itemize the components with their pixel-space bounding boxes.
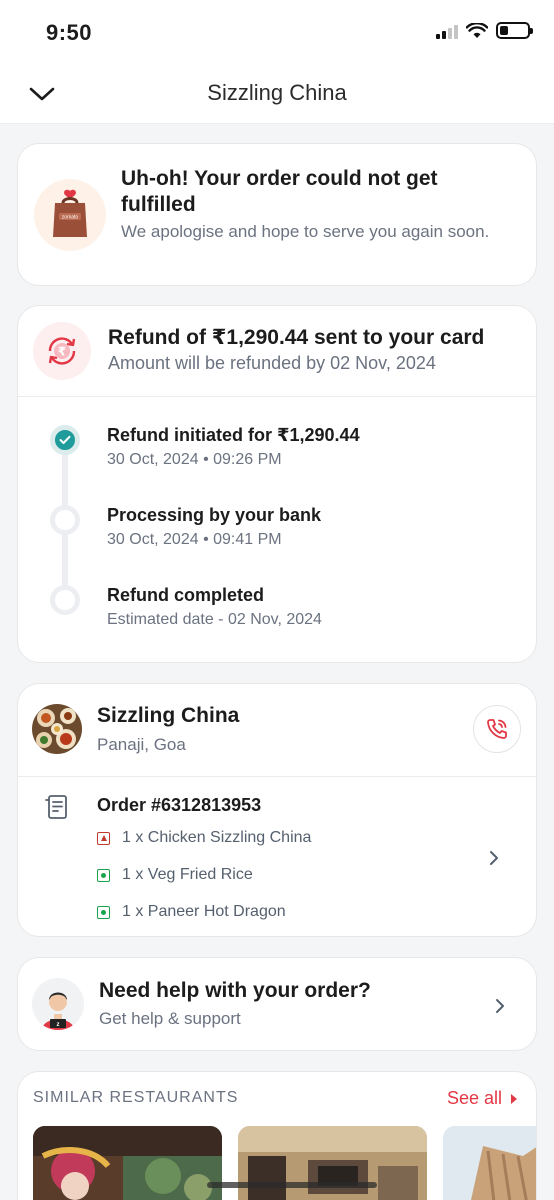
timeline-step-done-icon [50, 425, 80, 455]
app-header: Sizzling China [0, 64, 554, 124]
restaurant-location: Panaji, Goa [97, 735, 186, 754]
phone-call-icon [487, 719, 507, 739]
help-title: Need help with your order? [99, 979, 371, 1002]
see-all-link[interactable]: See all [447, 1088, 518, 1109]
refund-subtitle: Amount will be refunded by 02 Nov, 2024 [108, 353, 436, 373]
status-icons [436, 22, 533, 39]
chevron-right-icon [490, 851, 498, 865]
order-item-label: 1 x Chicken Sizzling China [122, 829, 312, 846]
restaurant-avatar [32, 704, 82, 754]
home-indicator [207, 1182, 377, 1188]
page-title: Sizzling China [207, 80, 347, 105]
status-bar: 9:50 [0, 0, 554, 64]
bill-icon [45, 795, 67, 819]
status-time: 9:50 [46, 20, 93, 45]
svg-text:₹: ₹ [58, 345, 66, 359]
svg-text:z: z [57, 1022, 60, 1028]
divider [18, 396, 536, 397]
timeline-step-title: Refund completed [107, 585, 265, 605]
order-item: 1 x Veg Fried Rice [97, 866, 253, 884]
rupee-refund-icon: ₹ [33, 322, 91, 380]
restaurant-order-card[interactable]: Sizzling China Panaji, Goa Order #631281… [17, 683, 537, 937]
order-item-label: 1 x Paneer Hot Dragon [122, 903, 286, 920]
timeline-step-pending-icon [50, 585, 80, 615]
order-status-card: zomato Uh-oh! Your order could not get f… [17, 143, 537, 286]
restaurant-thumbnail[interactable] [443, 1126, 536, 1200]
support-agent-icon: z [32, 978, 84, 1030]
restaurant-name: Sizzling China [97, 704, 240, 727]
caret-right-icon [511, 1093, 517, 1104]
see-all-label: See all [446, 1088, 502, 1108]
wifi-icon [466, 22, 488, 38]
veg-icon [97, 905, 110, 919]
refund-title: Refund of ₹1,290.44 sent to your card [108, 326, 485, 349]
call-restaurant-button[interactable] [473, 705, 521, 753]
timeline-step-pending-icon [50, 505, 80, 535]
help-card[interactable]: z Need help with your order? Get help & … [17, 957, 537, 1051]
timeline-step-title: Refund initiated for ₹1,290.44 [107, 425, 360, 445]
order-status-subtitle: We apologise and hope to serve you again… [121, 222, 490, 241]
timeline-step-subtitle: Estimated date - 02 Nov, 2024 [107, 611, 322, 628]
restaurant-thumbnail[interactable] [238, 1126, 427, 1200]
battery-icon [496, 22, 533, 39]
order-item-label: 1 x Veg Fried Rice [122, 866, 253, 883]
order-item: 1 x Paneer Hot Dragon [97, 903, 286, 921]
brand-mark: zomato [62, 215, 79, 221]
order-status-title: Uh-oh! Your order could not get fulfille… [121, 167, 438, 216]
refund-card: ₹ Refund of ₹1,290.44 sent to your card … [17, 305, 537, 663]
restaurant-thumbnail[interactable] [33, 1126, 222, 1200]
delivery-bag-icon: zomato [34, 179, 106, 251]
order-item: 1 x Chicken Sizzling China [97, 829, 311, 847]
cellular-signal-icon [436, 23, 458, 39]
timeline-step-subtitle: 30 Oct, 2024 • 09:41 PM [107, 531, 282, 548]
divider [18, 776, 536, 777]
timeline-step-subtitle: 30 Oct, 2024 • 09:26 PM [107, 451, 282, 468]
help-subtitle: Get help & support [99, 1009, 241, 1028]
veg-icon [97, 868, 110, 882]
section-heading: SIMILAR RESTAURANTS [33, 1089, 239, 1106]
similar-restaurants-card: SIMILAR RESTAURANTS See all [17, 1071, 537, 1200]
timeline-step-title: Processing by your bank [107, 505, 322, 525]
non-veg-icon [97, 831, 110, 845]
order-id: Order #6312813953 [97, 795, 262, 815]
chevron-right-icon [496, 999, 504, 1013]
